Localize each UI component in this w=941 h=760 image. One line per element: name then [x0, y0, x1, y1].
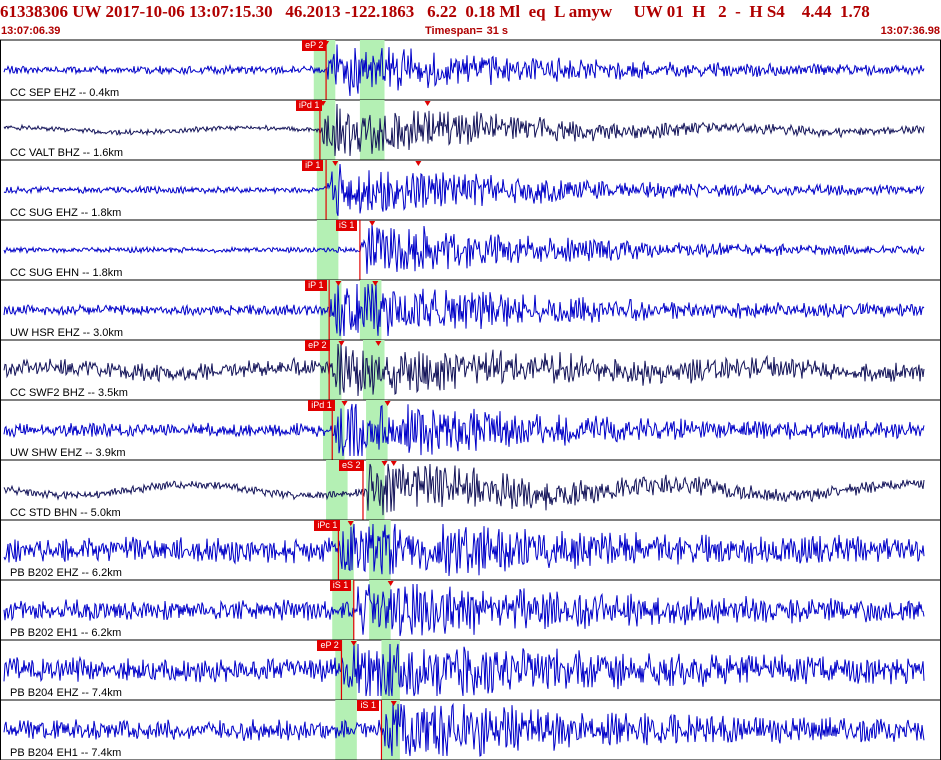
waveform-trace	[3, 223, 925, 274]
waveform-trace	[3, 403, 925, 457]
trace-label: CC VALT BHZ -- 1.6km	[10, 147, 124, 159]
trace-panel[interactable]	[0, 400, 941, 461]
pick-label[interactable]: eS 2	[338, 460, 364, 471]
pick-label[interactable]: eP 2	[317, 640, 342, 651]
seismogram-viewer: 61338306 UW 2017-10-06 13:07:15.30 46.20…	[0, 0, 941, 760]
trace-panel[interactable]	[0, 580, 941, 641]
trace-label: CC SUG EHN -- 1.8km	[10, 267, 123, 279]
trace-label: CC SWF2 BHZ -- 3.5km	[10, 387, 128, 399]
trace-panel[interactable]	[0, 340, 941, 401]
trace-panel[interactable]	[0, 460, 941, 521]
pick-label[interactable]: iS 1	[357, 700, 379, 711]
pick-label[interactable]: iP 1	[305, 280, 327, 291]
waveform-trace	[3, 44, 925, 97]
trace-label: UW HSR EHZ -- 3.0km	[10, 327, 124, 339]
trace-label: PB B204 EHZ -- 7.4km	[10, 687, 122, 699]
trace-label: CC SUG EHZ -- 1.8km	[10, 207, 122, 219]
pick-label[interactable]: iPc 1	[314, 520, 341, 531]
trace-label: CC SEP EHZ -- 0.4km	[10, 87, 120, 99]
waveform-panels[interactable]	[0, 0, 941, 760]
waveform-trace	[3, 103, 925, 157]
trace-label: CC STD BHN -- 5.0km	[10, 507, 121, 519]
waveform-trace	[3, 583, 925, 637]
trace-label: PB B202 EH1 -- 6.2km	[10, 627, 122, 639]
trace-label: PB B204 EH1 -- 7.4km	[10, 747, 122, 759]
waveform-trace	[3, 702, 925, 757]
arrival-marker	[415, 161, 422, 166]
waveform-trace	[3, 283, 925, 337]
pick-label[interactable]: eP 2	[302, 40, 327, 51]
arrival-marker	[390, 461, 397, 466]
trace-panel[interactable]	[0, 520, 941, 581]
arrival-marker	[369, 221, 376, 226]
pick-label[interactable]: iS 1	[335, 220, 358, 231]
arrival-marker	[424, 101, 431, 106]
trace-label: PB B202 EHZ -- 6.2km	[10, 567, 122, 579]
trace-panel[interactable]	[0, 40, 941, 101]
trace-panel[interactable]	[0, 700, 941, 760]
trace-label: UW SHW EHZ -- 3.9km	[10, 447, 126, 459]
waveform-trace	[3, 643, 925, 697]
trace-panel[interactable]	[0, 220, 941, 281]
pick-label[interactable]: eP 2	[305, 340, 330, 351]
waveform-trace	[3, 463, 925, 516]
trace-panel[interactable]	[0, 160, 941, 221]
waveform-trace	[3, 523, 925, 577]
pick-label[interactable]: iPd 1	[308, 400, 335, 411]
waveform-trace	[3, 163, 925, 216]
pick-label[interactable]: iS 1	[329, 580, 352, 591]
pick-label[interactable]: iPd 1	[295, 100, 323, 111]
trace-panel[interactable]	[0, 640, 941, 701]
pick-label[interactable]: iP 1	[302, 160, 324, 171]
pick-window	[335, 700, 357, 760]
waveform-trace	[3, 343, 925, 397]
trace-panel[interactable]	[0, 100, 941, 161]
trace-panel[interactable]	[0, 280, 941, 341]
